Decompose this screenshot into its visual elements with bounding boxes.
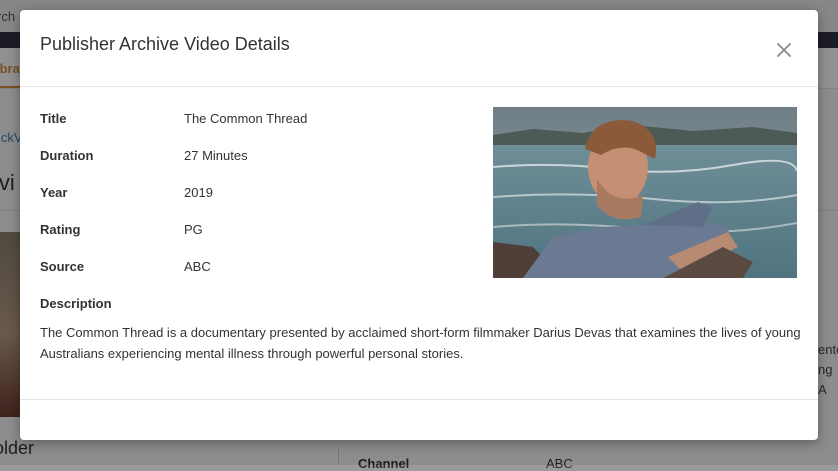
year-label: Year	[40, 185, 68, 200]
title-label: Title	[40, 111, 67, 126]
source-value: ABC	[184, 259, 211, 274]
close-button[interactable]	[772, 38, 796, 62]
duration-value: 27 Minutes	[184, 148, 248, 163]
modal-header: Publisher Archive Video Details	[20, 10, 818, 87]
source-label: Source	[40, 259, 85, 274]
description-text: The Common Thread is a documentary prese…	[40, 325, 801, 361]
modal-footer-divider	[20, 399, 818, 400]
duration-label: Duration	[40, 148, 94, 163]
description-label: Description	[40, 296, 112, 311]
video-details-modal: Publisher Archive Video Details Title Th…	[20, 10, 818, 440]
close-icon	[777, 43, 791, 57]
rating-value: PG	[184, 222, 203, 237]
video-thumbnail	[493, 107, 797, 278]
rating-label: Rating	[40, 222, 81, 237]
year-value: 2019	[184, 185, 213, 200]
modal-title: Publisher Archive Video Details	[40, 34, 290, 54]
title-value: The Common Thread	[184, 111, 308, 126]
